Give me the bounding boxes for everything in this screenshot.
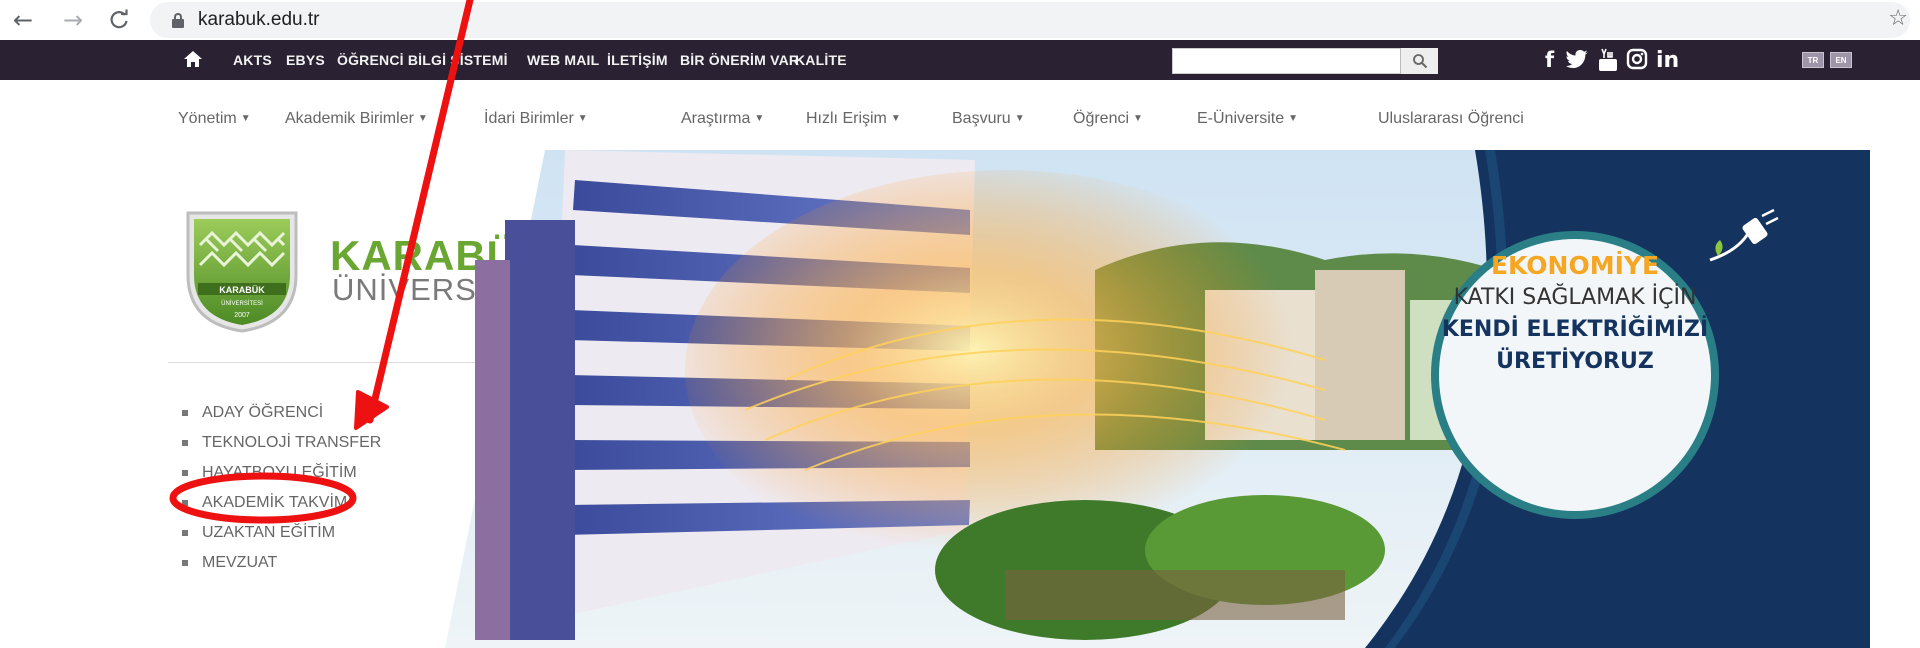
quick-links-list: ADAY ÖĞRENCİ TEKNOLOJİ TRANSFER HAYATBOY… xyxy=(182,398,381,578)
svg-text:ÜNİVERSİTESİ: ÜNİVERSİTESİ xyxy=(221,300,263,307)
nav-item-label: Başvuru xyxy=(952,110,1011,127)
topbar-link-oneri[interactable]: BİR ÖNERİM VAR xyxy=(680,52,799,68)
bullet-icon xyxy=(182,470,188,476)
quick-link-label: AKADEMİK TAKVİM xyxy=(202,494,348,511)
topbar-link-obs[interactable]: ÖĞRENCİ BİLGİ SİSTEMİ xyxy=(337,52,508,68)
banner-line-3: KENDİ ELEKTRİĞİMİZİ xyxy=(1441,317,1709,342)
quick-link-uzaktan-egitim[interactable]: UZAKTAN EĞİTİM xyxy=(182,518,381,548)
banner-line-4: ÜRETİYORUZ xyxy=(1496,349,1654,374)
quick-link-label: ADAY ÖĞRENCİ xyxy=(202,404,324,421)
banner-line-2: KATKI SAĞLAMAK İÇİN xyxy=(1453,285,1697,310)
main-navigation: Yönetim ▼ Akademik Birimler ▼ İdari Biriml… xyxy=(0,80,1920,150)
search-icon xyxy=(1412,54,1427,69)
nav-item-label: E-Üniversite xyxy=(1197,110,1285,127)
caret-down-icon: ▼ xyxy=(890,113,901,124)
top-utility-bar: AKTS EBYS ÖĞRENCİ BİLGİ SİSTEMİ WEB MAIL… xyxy=(0,40,1920,80)
youtube-icon[interactable] xyxy=(1598,48,1618,77)
nav-item-label: Akademik Birimler xyxy=(285,110,414,127)
nav-item-idari-birimler[interactable]: İdari Birimler ▼ xyxy=(484,110,588,128)
nav-item-arastirma[interactable]: Araştırma ▼ xyxy=(681,110,764,128)
nav-item-label: Öğrenci xyxy=(1073,110,1130,127)
search-button[interactable] xyxy=(1400,48,1438,74)
quick-link-label: TEKNOLOJİ TRANSFER xyxy=(202,434,382,451)
instagram-icon[interactable] xyxy=(1626,48,1648,75)
nav-item-label: Yönetim xyxy=(178,110,237,127)
home-icon[interactable] xyxy=(182,48,204,70)
nav-item-ogrenci[interactable]: Öğrenci ▼ xyxy=(1073,110,1143,128)
bullet-icon xyxy=(182,530,188,536)
url-text: karabuk.edu.tr xyxy=(198,9,320,30)
nav-item-hizli-erisim[interactable]: Hızlı Erişim ▼ xyxy=(806,110,901,128)
twitter-icon[interactable] xyxy=(1566,48,1590,75)
search-input[interactable] xyxy=(1172,48,1438,74)
university-seal-logo[interactable]: KARABÜK ÜNİVERSİTESİ 2007 xyxy=(180,205,304,335)
reload-icon[interactable] xyxy=(104,5,134,35)
nav-item-uluslararasi-ogrenci[interactable]: Uluslararası Öğrenci xyxy=(1378,110,1524,128)
quick-link-akademik-takvim[interactable]: AKADEMİK TAKVİM xyxy=(182,488,381,518)
hero-banner[interactable]: EKONOMİYE KATKI SAĞLAMAK İÇİN KENDİ ELEK… xyxy=(445,150,1870,648)
caret-down-icon: ▼ xyxy=(1014,113,1025,124)
bullet-icon xyxy=(182,560,188,566)
banner-line-1: EKONOMİYE xyxy=(1490,251,1660,280)
svg-text:2007: 2007 xyxy=(234,312,250,319)
language-tr-button[interactable]: TR xyxy=(1802,52,1824,68)
linkedin-icon[interactable]: in xyxy=(1656,48,1679,73)
topbar-link-iletisim[interactable]: İLETİŞİM xyxy=(607,52,668,68)
caret-down-icon: ▼ xyxy=(577,113,588,124)
quick-link-label: UZAKTAN EĞİTİM xyxy=(202,524,336,541)
topbar-link-webmail[interactable]: WEB MAIL xyxy=(527,52,599,68)
nav-item-label: Hızlı Erişim xyxy=(806,110,887,127)
quick-link-label: MEVZUAT xyxy=(202,554,278,571)
svg-text:KARABÜK: KARABÜK xyxy=(219,285,265,295)
nav-item-label: Araştırma xyxy=(681,110,751,127)
nav-item-basvuru[interactable]: Başvuru ▼ xyxy=(952,110,1025,128)
address-bar[interactable]: karabuk.edu.tr xyxy=(150,2,1910,38)
caret-down-icon: ▼ xyxy=(754,113,765,124)
nav-item-yonetim[interactable]: Yönetim ▼ xyxy=(178,110,251,128)
back-arrow-icon[interactable]: ← xyxy=(8,5,38,35)
bullet-icon xyxy=(182,440,188,446)
caret-down-icon: ▼ xyxy=(417,113,428,124)
bullet-icon xyxy=(182,410,188,416)
topbar-link-kalite[interactable]: KALİTE xyxy=(795,52,847,68)
facebook-icon[interactable]: f xyxy=(1545,48,1554,72)
bookmark-star-icon[interactable]: ☆ xyxy=(1888,6,1908,31)
nav-item-akademik-birimler[interactable]: Akademik Birimler ▼ xyxy=(285,110,428,128)
lock-icon xyxy=(172,12,184,28)
nav-item-e-universite[interactable]: E-Üniversite ▼ xyxy=(1197,110,1298,128)
forward-arrow-icon[interactable]: → xyxy=(58,5,88,35)
quick-link-hayatboyu-egitim[interactable]: HAYATBOYU EĞİTİM xyxy=(182,458,381,488)
bullet-icon xyxy=(182,500,188,506)
quick-link-teknoloji-transfer[interactable]: TEKNOLOJİ TRANSFER xyxy=(182,428,381,458)
caret-down-icon: ▼ xyxy=(1133,113,1143,124)
nav-item-label: İdari Birimler xyxy=(484,110,574,127)
quick-link-label: HAYATBOYU EĞİTİM xyxy=(202,464,357,481)
topbar-link-akts[interactable]: AKTS xyxy=(233,52,272,68)
caret-down-icon: ▼ xyxy=(1288,113,1299,124)
browser-toolbar: ← → karabuk.edu.tr ☆ xyxy=(0,0,1920,40)
topbar-link-ebys[interactable]: EBYS xyxy=(286,52,325,68)
quick-link-aday-ogrenci[interactable]: ADAY ÖĞRENCİ xyxy=(182,398,381,428)
language-en-button[interactable]: EN xyxy=(1830,52,1852,68)
quick-link-mevzuat[interactable]: MEVZUAT xyxy=(182,548,381,578)
caret-down-icon: ▼ xyxy=(240,113,251,124)
banner-text: EKONOMİYE KATKI SAĞLAMAK İÇİN KENDİ ELEK… xyxy=(1435,250,1715,378)
